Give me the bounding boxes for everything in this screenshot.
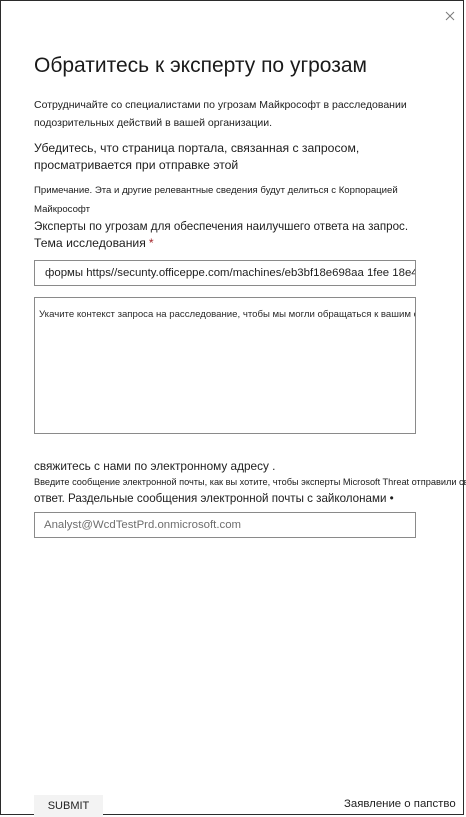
expert-dialog: Обратитесь к эксперту по угрозам Сотрудн… [0,0,466,817]
note-line-1: Примечание. Эта и другие релевантные све… [34,185,398,215]
note-text: Примечание. Эта и другие релевантные све… [34,181,454,235]
dialog-title: Обратитесь к эксперту по угрозам [34,54,367,77]
note-line-2: Эксперты по угрозам для обеспечения наил… [34,220,409,233]
required-mark: * [148,236,154,250]
email-input[interactable]: Analyst@WcdTestPrd.onmicrosoft.com [34,512,416,538]
submit-button[interactable]: SUBMIT [34,795,103,817]
email-label: свяжитесь с нами по электронному адресу … [34,459,276,473]
email-help: Введите сообщение электронной почты, как… [34,475,466,507]
close-icon[interactable] [441,7,459,25]
intro-text: Сотрудничайте со специалистами по угроза… [34,99,407,129]
subject-label: Тема исследования * [34,235,154,251]
subject-label-text: Тема исследования [34,236,146,250]
context-textarea[interactable]: Укачите контекст запроса на расследовани… [34,297,416,434]
email-help-line-2: ответ. Раздельные сообщения электронной … [34,492,394,505]
email-help-line-1: Введите сообщение электронной почты, как… [34,477,466,487]
privacy-link[interactable]: Заявление о папство [344,796,456,812]
subject-input[interactable]: формы https//secunty.officeppe.com/machi… [34,260,416,286]
portal-notice: Убедитесь, что страница портала, связанн… [34,141,360,172]
